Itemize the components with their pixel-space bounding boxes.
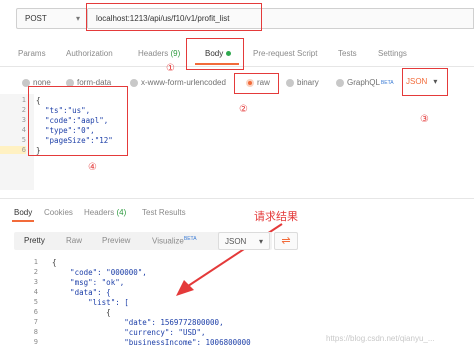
tab-settings[interactable]: Settings [378, 49, 407, 58]
response-tab-headers[interactable]: Headers (4) [84, 208, 126, 217]
chevron-down-icon: ▾ [258, 237, 263, 246]
annotation-number-4: ④ [88, 162, 97, 173]
visualize-beta-badge: BETA [183, 236, 197, 242]
line-number: 5 [21, 136, 26, 144]
code-line: { [52, 308, 111, 317]
line-number: 3 [33, 278, 38, 286]
view-visualize-label: Visualize [152, 236, 184, 246]
response-tab-test-results[interactable]: Test Results [142, 208, 186, 217]
graphql-beta-badge: BETA [380, 79, 394, 86]
tab-headers[interactable]: Headers (9) [138, 49, 180, 58]
tab-tests[interactable]: Tests [338, 49, 357, 58]
response-tab-body[interactable]: Body [14, 208, 32, 217]
line-number: 3 [21, 116, 26, 124]
line-number: 8 [33, 328, 38, 336]
radio-graphql[interactable]: GraphQL BETA [336, 78, 394, 87]
view-pretty-button[interactable]: Pretty [24, 236, 45, 245]
annotation-box-json [402, 68, 448, 96]
line-number: 7 [33, 318, 38, 326]
code-line: "currency": "USD", [52, 328, 206, 337]
annotation-box-request-body [28, 86, 128, 156]
view-visualize-button[interactable]: VisualizeBETA [152, 236, 197, 246]
radio-dot-icon [286, 78, 294, 87]
code-line: "businessIncome": 1006800000 [52, 338, 251, 347]
annotation-box-raw [234, 73, 279, 94]
tab-params[interactable]: Params [18, 49, 46, 58]
tab-pre-request-script[interactable]: Pre-request Script [253, 49, 317, 58]
annotation-box-body-tab [186, 38, 244, 70]
code-line: "msg": "ok", [52, 278, 125, 287]
chevron-down-icon: ▾ [75, 14, 80, 23]
response-tab-headers-label: Headers [84, 208, 115, 217]
code-line: "list": [ [52, 298, 129, 307]
line-number: 5 [33, 298, 38, 306]
view-preview-button[interactable]: Preview [102, 236, 130, 245]
code-line: "data": { [52, 288, 111, 297]
response-active-tab-indicator [12, 220, 34, 222]
view-raw-button[interactable]: Raw [66, 236, 82, 245]
section-divider [0, 198, 474, 199]
line-number: 1 [21, 96, 26, 104]
response-tab-cookies[interactable]: Cookies [44, 208, 73, 217]
line-number: 2 [21, 106, 26, 114]
wrap-lines-icon: ⇌ [281, 235, 291, 247]
line-number: 1 [33, 258, 38, 266]
response-format-select[interactable]: JSON ▾ [218, 232, 270, 250]
line-number: 4 [33, 288, 38, 296]
radio-binary-label: binary [297, 78, 319, 87]
tab-authorization[interactable]: Authorization [66, 49, 113, 58]
radio-urlencoded-label: x-www-form-urlencoded [141, 78, 226, 87]
radio-graphql-label: GraphQL [347, 78, 380, 87]
line-number: 6 [33, 308, 38, 316]
response-format-value: JSON [225, 237, 247, 246]
http-method-select[interactable]: POST ▾ [16, 8, 88, 29]
watermark: https://blog.csdn.net/qianyu_... [326, 334, 435, 343]
tab-headers-label: Headers [138, 49, 169, 58]
radio-dot-icon [130, 78, 138, 87]
code-line: { [52, 258, 57, 267]
line-number-active: 6 [0, 146, 26, 154]
wrap-lines-button[interactable]: ⇌ [274, 232, 298, 250]
response-tab-headers-count: (4) [116, 208, 127, 217]
line-number: 2 [33, 268, 38, 276]
radio-binary[interactable]: binary [286, 78, 319, 87]
annotation-box-url [86, 3, 262, 31]
http-method-value: POST [25, 14, 47, 23]
radio-x-www-form-urlencoded[interactable]: x-www-form-urlencoded [130, 78, 226, 87]
radio-dot-icon [336, 78, 344, 87]
line-number: 9 [33, 338, 38, 346]
line-number: 4 [21, 126, 26, 134]
code-line: "code": "000000", [52, 268, 147, 277]
code-line: "date": 1569772800000, [52, 318, 224, 327]
tab-headers-count: (9) [170, 49, 181, 58]
